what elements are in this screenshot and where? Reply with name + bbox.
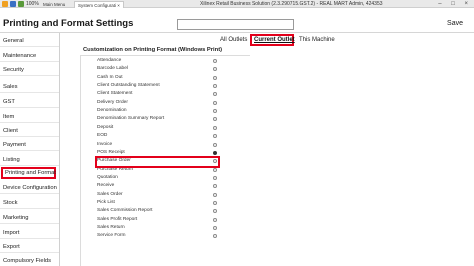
list-item-label: Receive: [97, 183, 115, 189]
list-item-label: Quotation: [97, 174, 118, 180]
radio-button[interactable]: [213, 142, 217, 147]
sidebar-item-general[interactable]: General: [0, 35, 59, 47]
radio-button[interactable]: [213, 59, 217, 63]
tab-main-menu[interactable]: Main Menu: [40, 1, 68, 8]
search-input[interactable]: [177, 19, 294, 30]
radio-button[interactable]: [213, 109, 217, 114]
radio-button[interactable]: [213, 226, 217, 230]
radio-button[interactable]: [213, 167, 217, 172]
sidebar-item-security[interactable]: Security: [0, 64, 59, 76]
zoom-level: 100%: [26, 1, 39, 7]
window-controls[interactable]: – □ ×: [438, 0, 472, 8]
list-item[interactable]: Sales Return: [97, 224, 221, 232]
pos-receipt-highlight: [95, 156, 220, 168]
list-item-label: Sales Order: [97, 191, 123, 197]
sidebar-item-export[interactable]: Export: [0, 241, 59, 253]
list-item[interactable]: Quotation: [97, 174, 221, 182]
radio-button[interactable]: [213, 92, 217, 97]
list-item[interactable]: Receive: [97, 182, 221, 190]
list-item-label: EOD: [97, 133, 108, 139]
list-item-label: Sales Return: [97, 225, 125, 230]
sidebar-item-import[interactable]: Import: [0, 227, 59, 239]
app-logo-icon: [2, 1, 8, 7]
sidebar-item-stock[interactable]: Stock: [0, 197, 59, 209]
tab-this-machine[interactable]: This Machine: [299, 37, 335, 43]
list-item[interactable]: Pick List: [97, 199, 221, 207]
panel-title: Customization on Printing Format (Window…: [83, 47, 223, 53]
sidebar-item-listing[interactable]: Listing: [0, 154, 59, 166]
radio-button[interactable]: [213, 84, 217, 89]
list-item-label: Barcode Label: [97, 66, 128, 72]
sidebar-item-item[interactable]: Item: [0, 111, 59, 123]
list-item[interactable]: EOD: [97, 132, 221, 140]
save-button[interactable]: Save: [447, 20, 463, 27]
list-item[interactable]: Client Outstanding Statement: [97, 82, 221, 90]
sidebar-item-client[interactable]: Client: [0, 125, 59, 137]
list-item-label: Client Outstanding Statement: [97, 83, 160, 89]
sidebar-item-maintenance[interactable]: Maintenance: [0, 50, 59, 62]
radio-button[interactable]: [213, 209, 217, 214]
radio-button[interactable]: [213, 134, 217, 139]
list-item-label: Deposit: [97, 124, 114, 130]
radio-button[interactable]: [213, 184, 217, 189]
radio-button[interactable]: [213, 100, 217, 105]
list-item-label: Attendance: [97, 58, 122, 63]
refresh-icon[interactable]: [18, 1, 24, 7]
tab-current-outlet[interactable]: Current Outlet: [254, 37, 295, 43]
list-item[interactable]: Client Statement: [97, 90, 221, 98]
list-item[interactable]: Attendance: [97, 57, 221, 65]
list-item[interactable]: Barcode Label: [97, 65, 221, 73]
page-header: Printing and Format Settings Save: [0, 9, 474, 33]
radio-button[interactable]: [213, 192, 217, 197]
radio-button[interactable]: [213, 150, 217, 155]
radio-button[interactable]: [213, 67, 217, 72]
list-item-label: Denomination Summary Report: [97, 116, 165, 122]
panel-divider: [80, 55, 250, 56]
window-title: Xilinex Retail Business Solution (2.3.29…: [200, 1, 383, 7]
sidebar-item-printing-and-format[interactable]: Printing and Format: [1, 167, 56, 179]
radio-button[interactable]: [213, 200, 217, 205]
list-item[interactable]: Deposit: [97, 124, 221, 132]
list-item[interactable]: Invoice: [97, 141, 221, 149]
list-item[interactable]: Denomination: [97, 107, 221, 115]
list-item[interactable]: Service Form: [97, 232, 221, 240]
radio-button[interactable]: [213, 217, 217, 222]
list-item[interactable]: Denomination Summary Report: [97, 115, 221, 123]
list-item-label: Delivery Order: [97, 99, 128, 105]
list-item-label: Service Form: [97, 233, 126, 239]
list-item[interactable]: Sales Profit Report: [97, 216, 221, 224]
radio-button[interactable]: [213, 117, 217, 122]
page-title: Printing and Format Settings: [3, 18, 134, 29]
window-titlebar: 100% Main Menu System Configurati × Xili…: [0, 0, 474, 8]
list-item[interactable]: Sales Order: [97, 191, 221, 199]
list-item-label: Pick List: [97, 199, 115, 205]
sidebar-item-device-configuration[interactable]: Device Configuration: [0, 182, 59, 194]
sidebar-item-sales[interactable]: Sales: [0, 81, 59, 93]
radio-button[interactable]: [213, 234, 217, 239]
sidebar-item-gst[interactable]: GST: [0, 96, 59, 108]
list-item-label: Cash In Out: [97, 74, 123, 80]
list-item[interactable]: Cash In Out: [97, 74, 221, 82]
radio-button[interactable]: [213, 125, 217, 130]
sidebar-item-compulsory-fields[interactable]: Compulsory Fields: [0, 255, 59, 266]
tab-system-configuration[interactable]: System Configurati ×: [74, 1, 124, 8]
radio-button[interactable]: [213, 75, 217, 80]
settings-sidebar: General Maintenance Security Sales GST I…: [0, 33, 60, 266]
list-item-label: Invoice: [97, 141, 113, 147]
list-item-label: Denomination: [97, 108, 127, 114]
radio-button[interactable]: [213, 175, 217, 180]
list-item-label: Sales Profit Report: [97, 216, 138, 222]
list-border: [80, 55, 81, 266]
list-item-label: Sales Commission Report: [97, 208, 153, 214]
sidebar-item-payment[interactable]: Payment: [0, 139, 59, 151]
list-item-label: Client Statement: [97, 91, 133, 97]
sidebar-item-marketing[interactable]: Marketing: [0, 212, 59, 224]
list-item[interactable]: Delivery Order: [97, 99, 221, 107]
home-icon[interactable]: [10, 1, 16, 7]
list-item[interactable]: Sales Commission Report: [97, 207, 221, 215]
tab-all-outlets[interactable]: All Outlets: [220, 37, 247, 43]
